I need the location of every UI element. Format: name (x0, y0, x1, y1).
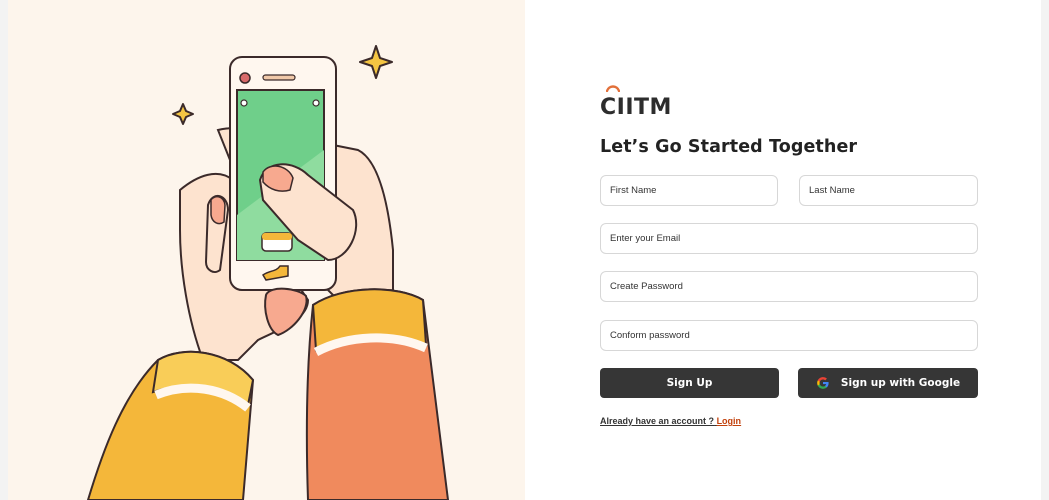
logo-text: CIITM (600, 95, 672, 120)
email-field[interactable] (600, 223, 978, 254)
logo-arc-icon (606, 85, 620, 92)
signup-page: CIITM Let’s Go Started Together Sign Up … (8, 0, 1041, 500)
google-icon (817, 377, 829, 389)
create-password-field[interactable] (600, 271, 978, 302)
last-name-field[interactable] (799, 175, 978, 206)
sign-up-label: Sign Up (666, 377, 713, 389)
login-prompt: Already have an account ? Login (600, 416, 741, 426)
login-link[interactable]: Login (717, 416, 742, 426)
first-name-field[interactable] (600, 175, 778, 206)
login-prompt-text: Already have an account ? (600, 416, 715, 426)
sign-up-button[interactable]: Sign Up (600, 368, 779, 398)
google-sign-up-label: Sign up with Google (840, 377, 961, 389)
signup-panel: CIITM Let’s Go Started Together Sign Up … (525, 0, 1041, 500)
google-sign-up-button[interactable]: Sign up with Google (798, 368, 978, 398)
brand-logo: CIITM (600, 85, 672, 120)
hands-phone-illustration (86, 45, 450, 500)
illustration-panel (8, 0, 525, 500)
sparkle-icon (359, 45, 393, 79)
sparkle-icon (172, 103, 194, 125)
page-title: Let’s Go Started Together (600, 137, 858, 157)
confirm-password-field[interactable] (600, 320, 978, 351)
